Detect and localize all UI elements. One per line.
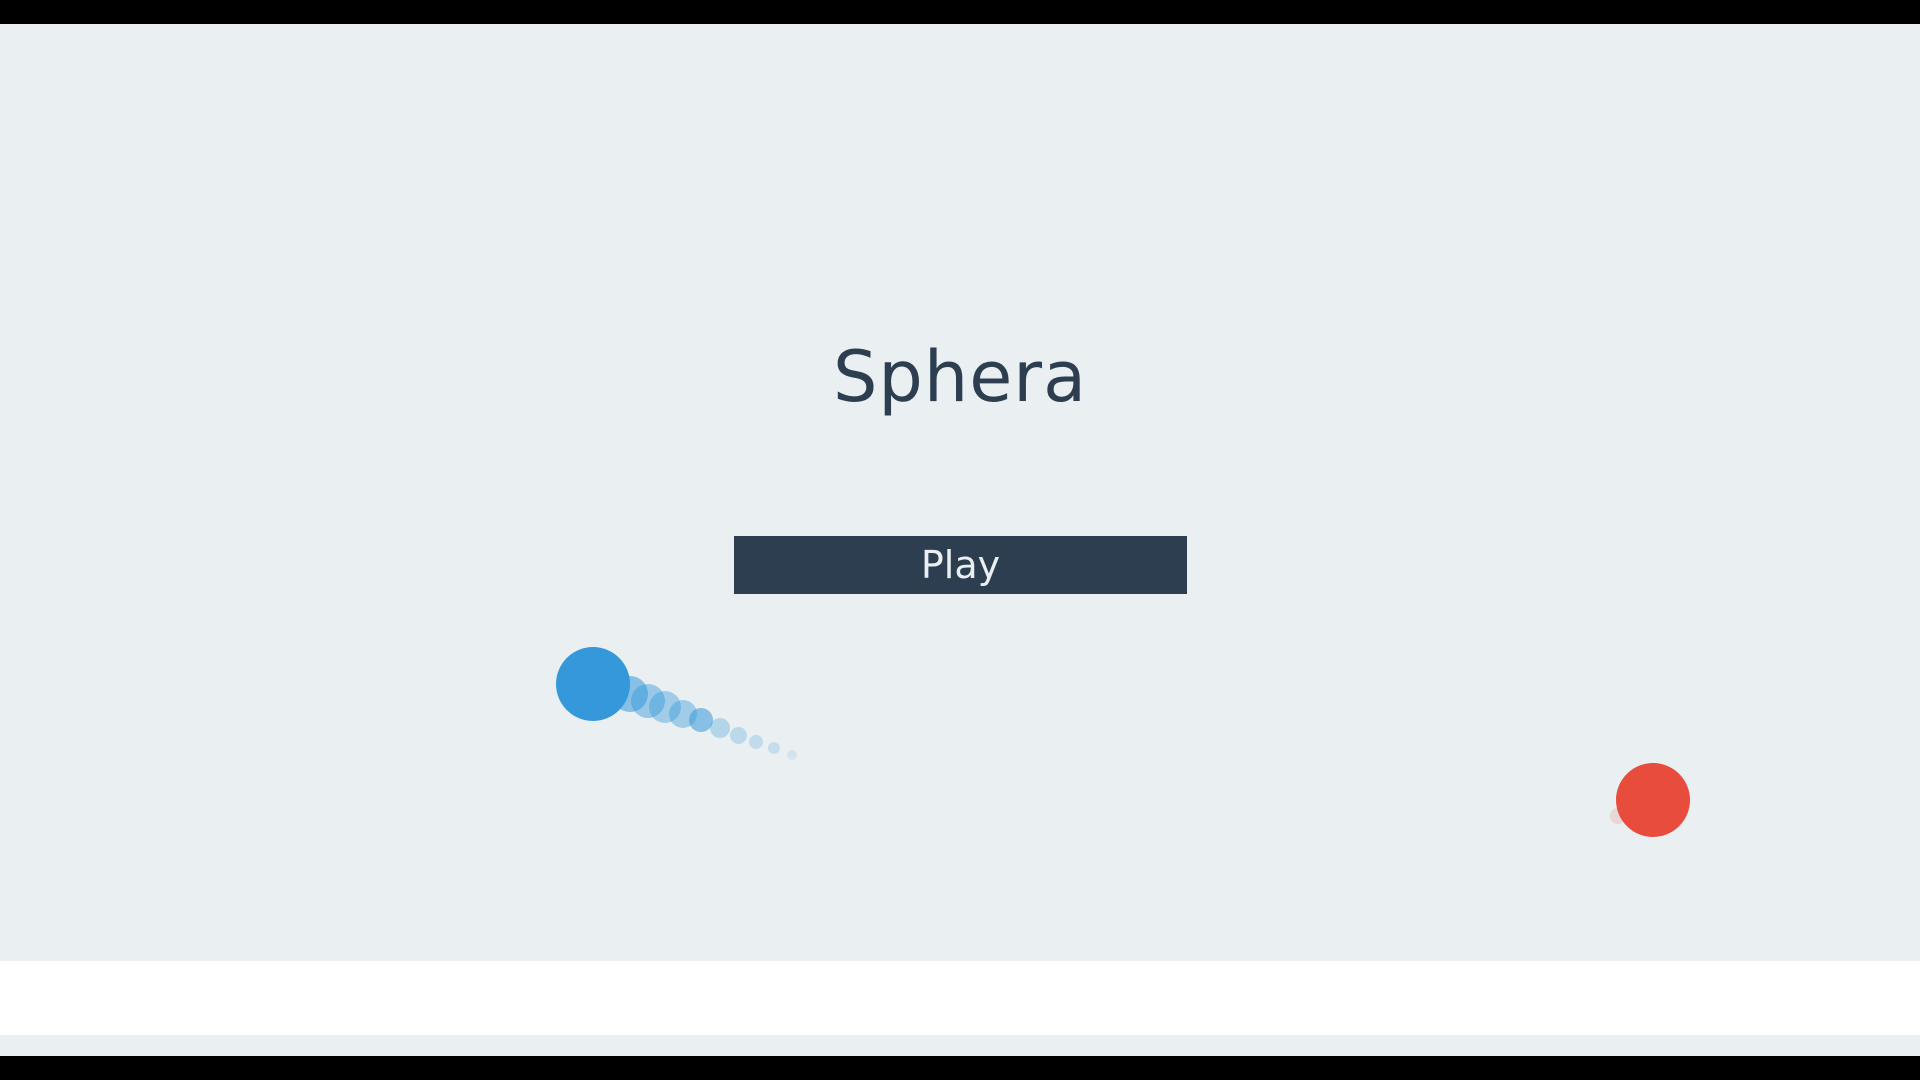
footer-strip <box>0 961 1920 1035</box>
red-ball <box>1616 763 1690 837</box>
footer-sub-strip <box>0 1035 1920 1056</box>
letterbox-bottom <box>0 1056 1920 1080</box>
play-button[interactable]: Play <box>734 536 1187 594</box>
blue-ball <box>556 647 630 721</box>
game-title: Sphera <box>833 336 1087 418</box>
trail-dot <box>768 742 780 754</box>
letterbox-top <box>0 0 1920 24</box>
trail-dot <box>749 735 763 749</box>
trail-dot <box>729 726 747 744</box>
trail-dot <box>710 718 730 738</box>
trail-dot <box>787 750 797 760</box>
game-canvas[interactable]: Sphera Play <box>0 24 1920 961</box>
